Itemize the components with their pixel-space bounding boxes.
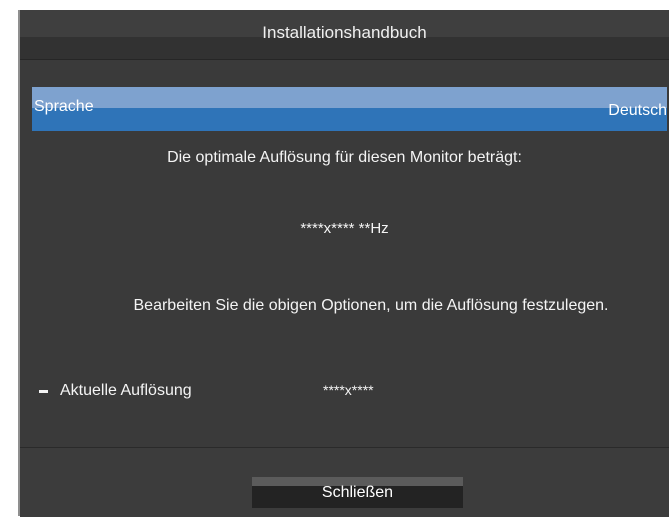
current-resolution-label: Aktuelle Auflösung [60,382,192,399]
title-bar: Installationshandbuch [20,10,669,60]
instruction-text: Bearbeiten Sie die obigen Optionen, um d… [133,297,609,314]
language-label: Sprache [34,98,94,115]
optimal-resolution-value: ****x**** **Hz [300,220,389,237]
bullet-dash-icon [39,390,48,393]
current-resolution-value: ****x**** [323,382,374,398]
optimal-resolution-text: Die optimale Auflösung für diesen Monito… [167,149,522,166]
osd-dialog: Installationshandbuch Sprache Deutsch Di… [18,10,669,517]
close-button[interactable]: Schließen [252,477,463,508]
current-resolution-row: Aktuelle Auflösung ****x**** [39,382,439,406]
dialog-footer: Schließen [20,447,669,517]
language-selector-row[interactable]: Sprache Deutsch [32,87,667,131]
dialog-title: Installationshandbuch [262,23,427,42]
language-value[interactable]: Deutsch [608,102,667,120]
